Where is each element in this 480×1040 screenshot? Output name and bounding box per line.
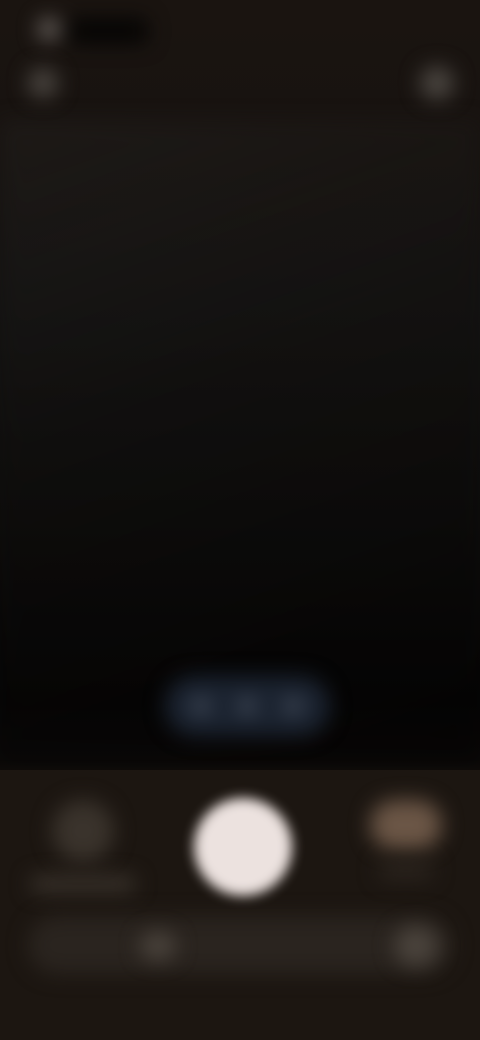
- status-pill: [68, 18, 148, 44]
- status-bar: [20, 8, 150, 48]
- zoom-control[interactable]: [165, 676, 330, 736]
- flash-icon[interactable]: [28, 68, 58, 98]
- status-dot-icon: [38, 18, 60, 40]
- gallery-label: [30, 876, 136, 892]
- zoom-option[interactable]: [193, 698, 209, 714]
- switch-camera-label: [378, 860, 434, 880]
- shutter-button[interactable]: [194, 798, 292, 896]
- viewfinder[interactable]: [0, 120, 480, 760]
- zoom-option[interactable]: [239, 698, 255, 714]
- switch-camera-icon[interactable]: [370, 800, 442, 850]
- zoom-option[interactable]: [285, 698, 301, 714]
- camera-screen: [0, 0, 480, 1040]
- mode-option[interactable]: [140, 932, 176, 960]
- settings-icon[interactable]: [420, 66, 454, 100]
- mode-selector[interactable]: [28, 916, 452, 974]
- mode-option[interactable]: [394, 926, 438, 966]
- gallery-thumbnail-icon[interactable]: [52, 800, 114, 862]
